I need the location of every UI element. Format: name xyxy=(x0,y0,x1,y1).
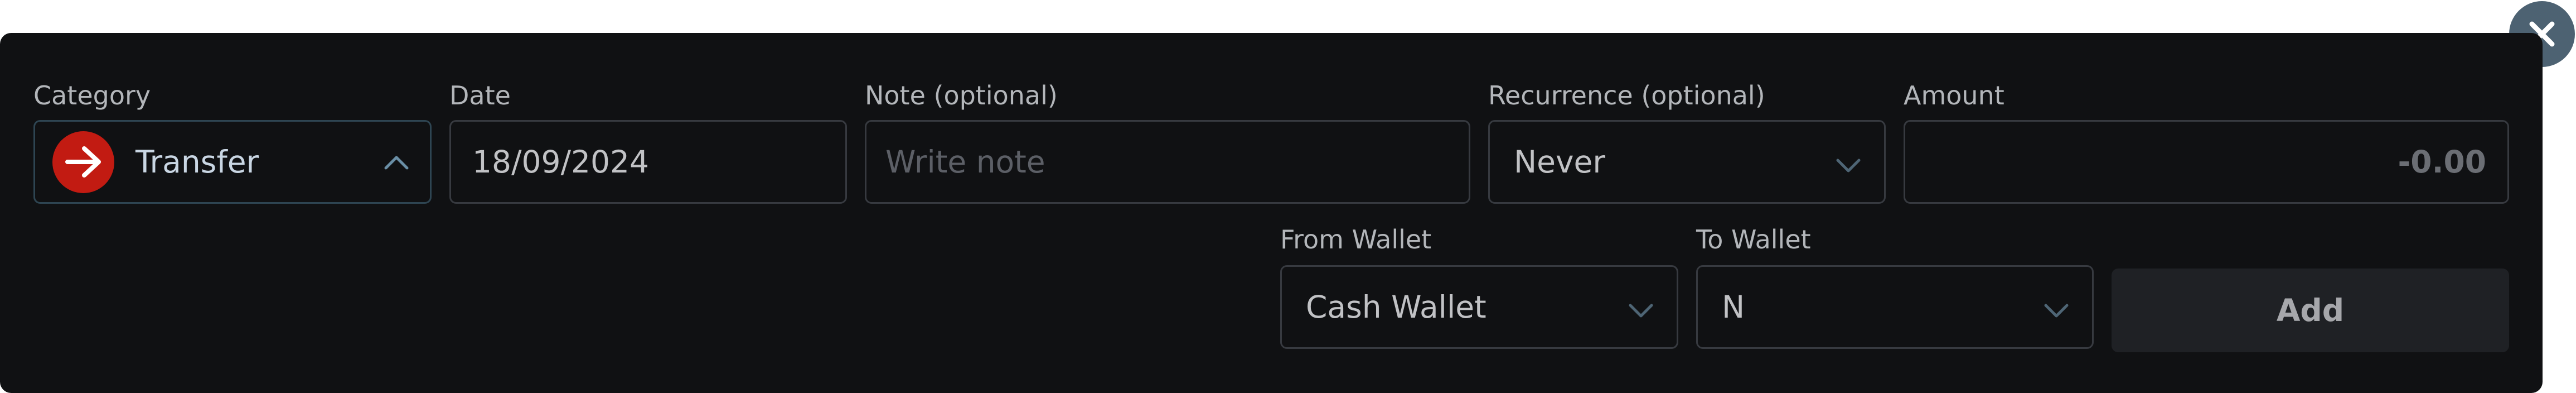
category-select[interactable]: Transfer xyxy=(33,120,432,204)
from-wallet-label: From Wallet xyxy=(1280,224,1432,255)
note-label: Note (optional) xyxy=(865,80,1058,111)
recurrence-label: Recurrence (optional) xyxy=(1488,80,1765,111)
amount-value: -0.00 xyxy=(2398,144,2486,180)
recurrence-value: Never xyxy=(1514,144,1605,180)
note-input[interactable]: Write note xyxy=(865,120,1470,204)
chevron-up-icon xyxy=(384,156,409,170)
date-input[interactable]: 18/09/2024 xyxy=(449,120,847,204)
add-button[interactable]: Add xyxy=(2112,269,2509,352)
amount-label: Amount xyxy=(1904,80,2004,111)
from-wallet-value: Cash Wallet xyxy=(1306,289,1486,325)
note-placeholder: Write note xyxy=(885,144,1045,180)
recurrence-select[interactable]: Never xyxy=(1488,120,1886,204)
to-wallet-select[interactable]: N xyxy=(1696,265,2094,349)
chevron-down-icon xyxy=(2044,304,2069,318)
category-label: Category xyxy=(33,80,151,111)
date-value: 18/09/2024 xyxy=(472,144,650,180)
date-label: Date xyxy=(449,80,511,111)
transaction-form-panel: Category Date Note (optional) Recurrence… xyxy=(0,33,2543,393)
chevron-down-icon xyxy=(1836,159,1861,172)
to-wallet-label: To Wallet xyxy=(1696,224,1811,255)
arrow-right-icon xyxy=(52,131,114,193)
to-wallet-value: N xyxy=(1722,289,1745,325)
amount-input[interactable]: -0.00 xyxy=(1904,120,2509,204)
chevron-down-icon xyxy=(1629,304,1653,318)
category-value: Transfer xyxy=(135,144,259,180)
from-wallet-select[interactable]: Cash Wallet xyxy=(1280,265,1678,349)
